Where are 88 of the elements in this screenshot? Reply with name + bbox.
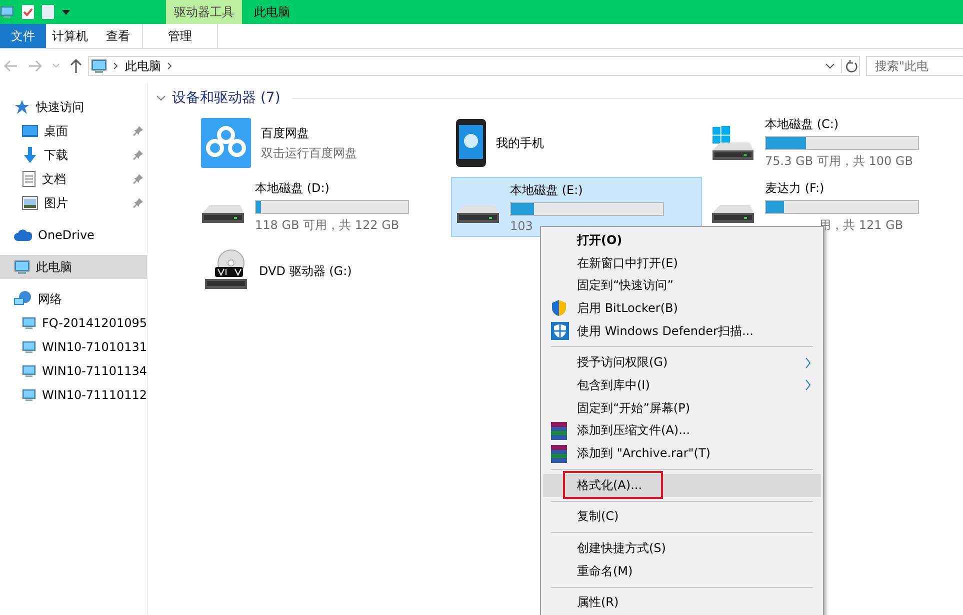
phone-icon bbox=[456, 119, 486, 167]
cloud-app-icon bbox=[201, 118, 251, 168]
menu-item[interactable]: 使用 Windows Defender扫描... bbox=[543, 320, 821, 342]
menu-item[interactable]: 固定到“快速访问” bbox=[543, 274, 821, 298]
cloud-icon bbox=[14, 229, 32, 241]
device-detail: 75.3 GB 可用，共 100 GB bbox=[765, 153, 914, 170]
sidebar-item[interactable]: WIN10-71101134 bbox=[0, 359, 147, 383]
device-tile[interactable]: 本地磁盘 (D:) 118 GB 可用，共 122 GB bbox=[196, 177, 447, 237]
desktop-icon bbox=[22, 124, 38, 138]
computer-icon bbox=[22, 339, 36, 355]
sidebar-item[interactable]: 文档 bbox=[0, 167, 147, 191]
ribbon-tab[interactable]: 计算机 bbox=[46, 24, 94, 48]
up-arrow-icon[interactable] bbox=[70, 59, 82, 73]
window-title: 此电脑 bbox=[253, 4, 291, 20]
device-name: 百度网盘 bbox=[261, 124, 310, 142]
device-detail: 103 bbox=[510, 218, 534, 232]
computer-icon bbox=[91, 58, 107, 74]
ribbon-tab[interactable]: 管理 bbox=[142, 24, 218, 48]
menu-item[interactable]: 固定到“开始”屏幕(P) bbox=[543, 396, 821, 420]
menu-item[interactable]: 启用 BitLocker(B) bbox=[543, 297, 821, 320]
computer-icon bbox=[22, 387, 36, 403]
menu-item[interactable]: 添加到 "Archive.rar"(T) bbox=[543, 442, 821, 465]
sidebar-item[interactable]: 此电脑 bbox=[0, 255, 147, 279]
group-title[interactable]: 设备和驱动器 (7) bbox=[172, 89, 280, 107]
document-icon bbox=[22, 171, 36, 187]
sidebar-item[interactable]: OneDrive bbox=[0, 223, 147, 247]
menu-item[interactable]: 属性(R) bbox=[543, 592, 821, 614]
address-field[interactable]: 此电脑 bbox=[88, 56, 860, 76]
drive-icon bbox=[711, 204, 755, 224]
properties-icon[interactable] bbox=[22, 5, 34, 19]
books-icon bbox=[551, 422, 567, 440]
device-name: 本地磁盘 (D:) bbox=[255, 180, 330, 197]
ribbon-tab[interactable]: 查看 bbox=[94, 24, 142, 48]
sidebar-item[interactable]: 图片 bbox=[0, 191, 147, 215]
refresh-icon[interactable] bbox=[841, 59, 859, 73]
sidebar-item[interactable]: 下载 bbox=[0, 143, 147, 167]
context-tab-label: 驱动器工具 bbox=[166, 0, 242, 24]
chevron-icon[interactable] bbox=[167, 62, 173, 70]
device-detail: 双击运行百度网盘 bbox=[261, 144, 358, 162]
sidebar-item[interactable]: WIN10-71010131 bbox=[0, 335, 147, 359]
books-icon bbox=[551, 444, 567, 463]
device-name: 本地磁盘 (C:) bbox=[765, 116, 840, 133]
drive-icon bbox=[201, 204, 245, 224]
dropdown-icon[interactable] bbox=[62, 8, 70, 16]
device-name: 麦达力 (F:) bbox=[765, 180, 826, 197]
sidebar-item[interactable]: FQ-20141201095 bbox=[0, 311, 147, 335]
pin-icon[interactable] bbox=[133, 150, 143, 160]
breadcrumb[interactable]: 此电脑 bbox=[125, 58, 161, 74]
sidebar-item[interactable]: WIN10-71110112 bbox=[0, 383, 147, 407]
dropdown-caret-icon[interactable] bbox=[825, 63, 835, 69]
defender-shield-icon bbox=[551, 322, 569, 340]
device-tile[interactable]: DVD 驱动器 (G:) bbox=[196, 241, 447, 301]
menu-item[interactable]: 创建快捷方式(S) bbox=[543, 537, 821, 560]
windows-drive-icon bbox=[711, 125, 755, 161]
drive-icon bbox=[456, 204, 500, 224]
menu-item[interactable]: 格式化(A)... bbox=[543, 474, 821, 497]
device-name: DVD 驱动器 (G:) bbox=[259, 262, 353, 280]
device-tile[interactable]: 百度网盘 双击运行百度网盘 bbox=[196, 113, 447, 173]
ribbon-tab[interactable]: 文件 bbox=[0, 24, 46, 48]
menu-item[interactable]: 包含到库中(I) bbox=[543, 374, 821, 397]
pin-icon[interactable] bbox=[133, 174, 143, 184]
device-tile[interactable]: 我的手机 bbox=[451, 113, 702, 173]
computer-icon bbox=[22, 363, 36, 379]
device-tile[interactable]: 本地磁盘 (C:) 75.3 GB 可用，共 100 GB bbox=[706, 113, 957, 173]
pin-icon[interactable] bbox=[133, 126, 143, 136]
menu-item[interactable]: 授予访问权限(G) bbox=[543, 351, 821, 374]
picture-icon bbox=[22, 196, 38, 210]
device-name: 本地磁盘 (E:) bbox=[510, 182, 584, 198]
network-icon bbox=[14, 291, 32, 307]
computer-icon bbox=[14, 259, 30, 275]
search-field[interactable]: 搜索"此电 bbox=[866, 56, 963, 76]
menu-item[interactable]: 在新窗口中打开(E) bbox=[543, 252, 821, 274]
chevron-icon[interactable] bbox=[113, 62, 119, 70]
device-name: 我的手机 bbox=[496, 134, 545, 152]
menu-item[interactable]: 重命名(M) bbox=[543, 560, 821, 583]
down-arrow-icon bbox=[22, 147, 38, 163]
sidebar-item[interactable]: 快速访问 bbox=[0, 95, 147, 119]
sidebar-item[interactable]: 网络 bbox=[0, 287, 147, 311]
shield-icon bbox=[551, 300, 567, 316]
pin-icon[interactable] bbox=[133, 198, 143, 208]
computer-icon bbox=[22, 315, 36, 331]
menu-item[interactable]: 复制(C) bbox=[543, 506, 821, 528]
star-icon bbox=[14, 99, 30, 115]
sidebar-item[interactable]: 桌面 bbox=[0, 119, 147, 143]
menu-item[interactable]: 添加到压缩文件(A)... bbox=[543, 420, 821, 442]
computer-icon bbox=[0, 5, 14, 19]
collapse-chevron-icon[interactable] bbox=[156, 94, 166, 102]
device-detail: 118 GB 可用，共 122 GB bbox=[255, 217, 400, 234]
